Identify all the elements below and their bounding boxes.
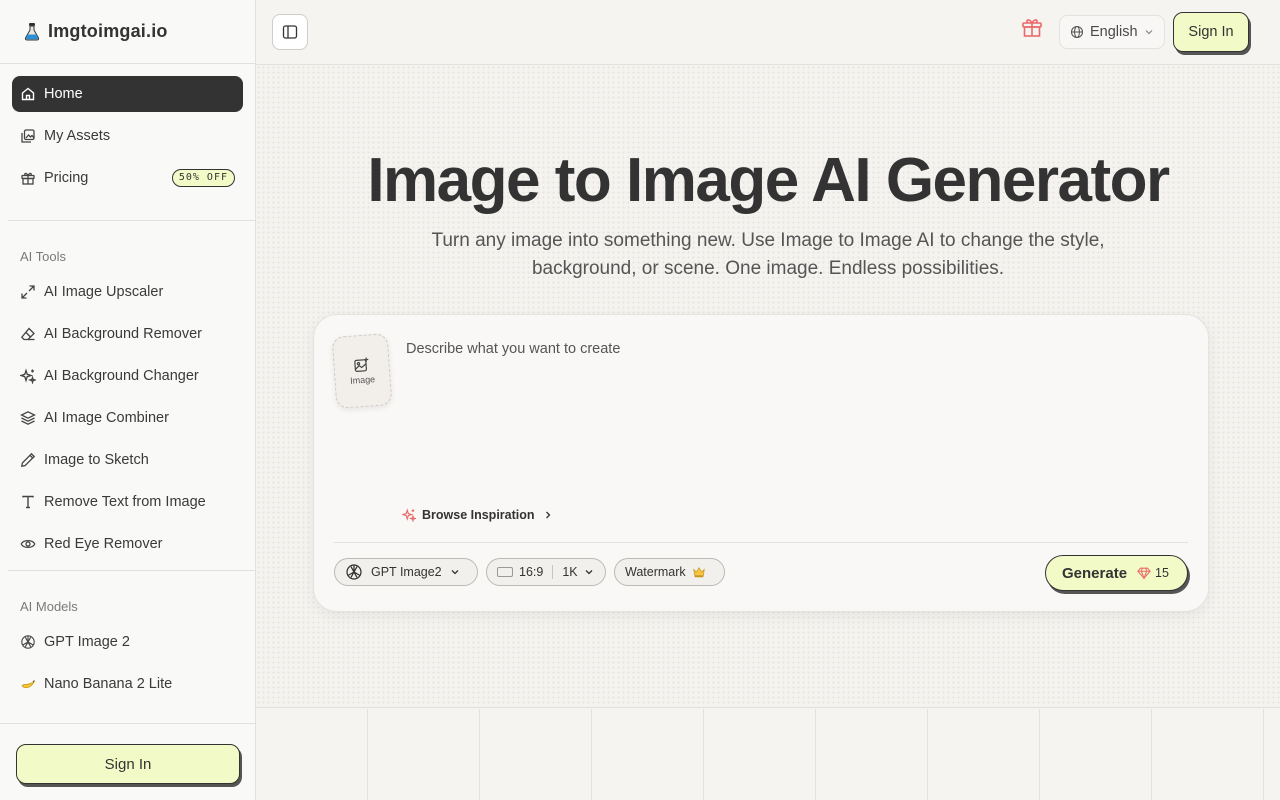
tool-item-label: Image to Sketch (44, 452, 149, 468)
aspect-ratio-label: 16:9 (519, 565, 544, 579)
nav-item-label: Pricing (44, 170, 89, 186)
language-selector[interactable]: English (1059, 15, 1165, 49)
tool-item-label: AI Background Remover (44, 326, 202, 342)
gift-icon[interactable] (1020, 15, 1044, 39)
nav-item-label: Home (44, 86, 83, 102)
sparkles-icon (20, 368, 36, 384)
tool-item-label: Red Eye Remover (44, 536, 163, 552)
sparkles-icon (402, 508, 416, 522)
tool-item-image-combiner[interactable]: AI Image Combiner (12, 400, 243, 436)
gallery-column (1040, 709, 1152, 800)
sidebar-toggle-button[interactable] (272, 14, 308, 50)
top-bar: English Sign In (256, 0, 1280, 65)
brand-name: Imgtoimgai.io (48, 21, 168, 41)
gallery-column (480, 709, 592, 800)
gift-icon (21, 172, 35, 185)
tool-item-label: Remove Text from Image (44, 494, 206, 510)
gallery-column (1152, 709, 1264, 800)
gallery-column (928, 709, 1040, 800)
ai-tools-list: AI Image Upscaler AI Background Remover … (0, 274, 255, 562)
upload-label: Image (349, 374, 376, 386)
nav-item-pricing[interactable]: Pricing 50% OFF (12, 160, 243, 196)
browse-inspiration-link[interactable]: Browse Inspiration (402, 508, 559, 522)
image-add-icon (354, 357, 369, 372)
crown-icon (692, 566, 705, 578)
model-item-nano-banana[interactable]: Nano Banana 2 Lite (12, 666, 243, 702)
main-content: English Sign In Image to Image AI Genera… (256, 0, 1280, 800)
gem-icon (1137, 567, 1151, 580)
discount-badge: 50% OFF (171, 169, 235, 187)
ai-models-heading: AI Models (20, 599, 78, 614)
language-label: English (1090, 24, 1138, 40)
tool-item-label: AI Image Combiner (44, 410, 169, 426)
prompt-input[interactable] (406, 341, 1186, 491)
gallery-column (704, 709, 816, 800)
gallery-column (256, 709, 368, 800)
chevron-down-icon (585, 570, 593, 575)
tool-item-red-eye-remover[interactable]: Red Eye Remover (12, 526, 243, 562)
model-item-gpt-image-2[interactable]: GPT Image 2 (12, 624, 243, 660)
expand-icon (21, 285, 35, 299)
page-subtitle: Turn any image into something new. Use I… (431, 230, 1105, 279)
pencil-icon (21, 452, 36, 467)
layers-icon (20, 411, 36, 425)
tool-item-label: AI Background Changer (44, 368, 199, 384)
aspect-ratio-icon (497, 567, 513, 577)
openai-icon (346, 564, 362, 580)
nav-item-home[interactable]: Home (12, 76, 243, 112)
eraser-icon (20, 327, 35, 341)
divider (552, 565, 554, 579)
browse-inspiration-label: Browse Inspiration (422, 508, 535, 522)
chevron-right-icon (545, 511, 550, 519)
credits-cost: 15 (1155, 566, 1169, 580)
gallery-column (592, 709, 704, 800)
tool-item-label: GPT Image 2 (44, 634, 130, 650)
watermark-toggle[interactable]: Watermark (614, 558, 725, 586)
assets-icon (21, 129, 35, 143)
page-title: Image to Image AI Generator (367, 146, 1170, 215)
flask-logo-icon (24, 22, 40, 40)
nav-item-label: My Assets (44, 128, 111, 144)
image-upload-button[interactable]: Image (331, 333, 393, 409)
aspect-ratio-selector[interactable]: 16:9 1K (486, 558, 606, 586)
tool-item-upscaler[interactable]: AI Image Upscaler (12, 274, 243, 310)
nav-item-my-assets[interactable]: My Assets (12, 118, 243, 154)
generate-label: Generate (1062, 564, 1128, 582)
tool-item-label: AI Image Upscaler (44, 284, 164, 300)
tool-item-label: Nano Banana 2 Lite (44, 676, 173, 692)
divider (334, 542, 1188, 543)
generate-button[interactable]: Generate 15 (1045, 555, 1188, 591)
globe-icon (1070, 25, 1084, 39)
text-icon (22, 495, 34, 509)
chevron-down-icon (451, 570, 459, 575)
chevron-down-icon (1145, 30, 1152, 35)
generator-card: Image Browse Inspiration GPT Image2 16:9… (313, 314, 1209, 612)
header-sign-in-button[interactable]: Sign In (1173, 12, 1249, 52)
home-icon (21, 87, 35, 101)
sidebar-footer: Sign In (0, 723, 255, 800)
sidebar-sign-in-button[interactable]: Sign In (16, 744, 240, 784)
watermark-label: Watermark (625, 565, 686, 579)
eye-icon (20, 539, 36, 549)
tool-item-remove-text[interactable]: Remove Text from Image (12, 484, 243, 520)
tool-item-background-changer[interactable]: AI Background Changer (12, 358, 243, 394)
hero-section: Image to Image AI Generator Turn any ima… (256, 65, 1280, 708)
gallery-strip (256, 709, 1280, 800)
banana-icon (21, 680, 35, 689)
sidebar-toggle-icon (282, 25, 298, 39)
openai-icon (21, 635, 35, 649)
tool-item-background-remover[interactable]: AI Background Remover (12, 316, 243, 352)
ai-models-list: GPT Image 2 Nano Banana 2 Lite (0, 624, 255, 702)
main-nav: Home My Assets Pricing 50% OFF (0, 64, 255, 196)
tool-item-image-to-sketch[interactable]: Image to Sketch (12, 442, 243, 478)
resolution-label: 1K (562, 565, 578, 579)
ai-tools-heading: AI Tools (20, 249, 67, 264)
brand[interactable]: Imgtoimgai.io (0, 0, 255, 64)
sidebar: Imgtoimgai.io Home My Assets Pricing 50%… (0, 0, 256, 800)
gallery-column (368, 709, 480, 800)
gallery-column (816, 709, 928, 800)
model-label: GPT Image2 (371, 565, 442, 579)
model-selector[interactable]: GPT Image2 (334, 558, 478, 586)
